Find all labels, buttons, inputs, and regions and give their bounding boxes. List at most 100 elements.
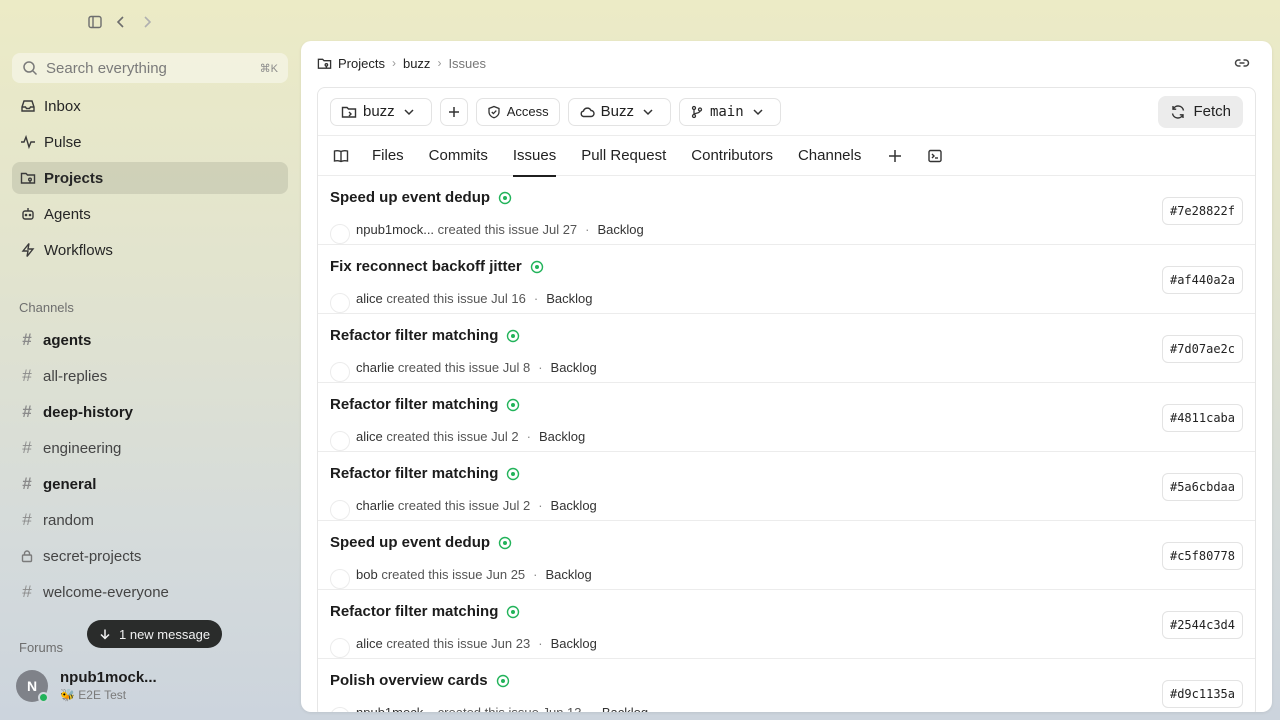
- channel-item[interactable]: # deep-history: [12, 396, 288, 428]
- issue-author: alice: [356, 290, 383, 306]
- issue-action: created this issue: [397, 359, 500, 375]
- add-tab-plus-icon[interactable]: [886, 136, 904, 176]
- tab-contributors[interactable]: Contributors: [691, 136, 773, 176]
- issue-meta: alice created this issue Jul 16 · Backlog: [330, 283, 592, 313]
- issue-author: npub1mock...: [356, 221, 435, 237]
- search-input[interactable]: Search everything ⌘K: [12, 53, 288, 83]
- shield-icon: [487, 105, 507, 119]
- channel-item[interactable]: # all-replies: [12, 360, 288, 392]
- channel-name: deep-history: [43, 403, 134, 421]
- tab-channels[interactable]: Channels: [798, 136, 861, 176]
- breadcrumb-project[interactable]: buzz: [403, 56, 430, 71]
- author-avatar: [330, 638, 350, 658]
- issue-date: Jun 23: [491, 635, 531, 651]
- nav-item-label: Projects: [44, 169, 104, 187]
- nav-item-agents[interactable]: Agents: [12, 198, 288, 230]
- channel-item[interactable]: # welcome-everyone: [12, 576, 288, 608]
- issue-id-badge[interactable]: #d9c1135a: [1161, 680, 1243, 708]
- avatar-initial: N: [26, 677, 38, 694]
- issue-meta: charlie created this issue Jul 8 · Backlog: [330, 352, 597, 382]
- dot-separator: ·: [585, 221, 590, 237]
- repo-panel: buzz Access Buzz main Fetch Files Commit…: [317, 87, 1256, 712]
- breadcrumb-current: Issues: [448, 55, 487, 71]
- issue-title[interactable]: Refactor filter matching: [330, 603, 498, 620]
- tab-commits[interactable]: Commits: [429, 136, 488, 176]
- issue-row[interactable]: Speed up event dedup npub1mock... created…: [318, 176, 1255, 245]
- nav-item-pulse[interactable]: Pulse: [12, 126, 288, 158]
- issue-meta: alice created this issue Jul 2 · Backlog: [330, 421, 585, 451]
- author-avatar: [330, 431, 350, 451]
- issue-row[interactable]: Refactor filter matching charlie created …: [318, 452, 1255, 521]
- copy-link-icon[interactable]: [1234, 55, 1250, 71]
- issue-row[interactable]: Speed up event dedup bob created this iss…: [318, 521, 1255, 590]
- channel-item[interactable]: # random: [12, 504, 288, 536]
- issue-title-wrap: Refactor filter matching: [330, 396, 520, 413]
- issue-id-badge[interactable]: #c5f80778: [1161, 542, 1243, 570]
- add-button[interactable]: [439, 97, 468, 126]
- nav-item-workflows[interactable]: Workflows: [12, 234, 288, 266]
- issue-id-badge[interactable]: #2544c3d4: [1161, 611, 1243, 639]
- remote-selector[interactable]: Buzz: [567, 97, 671, 126]
- hash-icon: #: [22, 510, 32, 529]
- issue-title-wrap: Speed up event dedup: [330, 534, 512, 551]
- hash-icon: #: [22, 474, 32, 493]
- issue-title-wrap: Refactor filter matching: [330, 465, 520, 482]
- forward-arrow-icon[interactable]: [138, 13, 156, 31]
- fetch-button[interactable]: Fetch: [1158, 95, 1243, 128]
- issue-status: Backlog: [550, 497, 597, 513]
- issue-title[interactable]: Polish overview cards: [330, 672, 488, 689]
- avatar: N: [16, 669, 49, 703]
- issue-row[interactable]: Polish overview cards npub1mock... create…: [318, 659, 1255, 712]
- nav-item-label: Inbox: [44, 97, 81, 115]
- channel-item[interactable]: secret-projects: [12, 540, 288, 572]
- issue-id-badge[interactable]: #4811caba: [1161, 404, 1243, 432]
- projects-icon: [317, 56, 338, 71]
- back-arrow-icon[interactable]: [112, 13, 130, 31]
- terminal-icon[interactable]: [926, 136, 944, 176]
- nav-item-inbox[interactable]: Inbox: [12, 90, 288, 122]
- issue-title[interactable]: Speed up event dedup: [330, 189, 490, 206]
- git-branch-icon: [690, 105, 710, 119]
- branch-name: main: [709, 103, 744, 120]
- new-message-toast[interactable]: 1 new message: [87, 620, 223, 648]
- channel-item[interactable]: # general: [12, 468, 288, 500]
- search-placeholder: Search everything: [46, 59, 167, 77]
- branch-selector[interactable]: main: [678, 97, 781, 126]
- issue-id-badge[interactable]: #7e28822f: [1161, 197, 1243, 225]
- search-icon: [22, 60, 46, 76]
- issue-id-badge[interactable]: #5a6cbdaa: [1161, 473, 1243, 501]
- issue-title[interactable]: Fix reconnect backoff jitter: [330, 258, 522, 275]
- channel-item[interactable]: # agents: [12, 324, 288, 356]
- issue-status: Backlog: [546, 290, 593, 306]
- nav-item-projects[interactable]: Projects: [12, 162, 288, 194]
- issue-row[interactable]: Refactor filter matching charlie created …: [318, 314, 1255, 383]
- tab-files[interactable]: Files: [372, 136, 404, 176]
- tab-issues[interactable]: Issues: [512, 136, 557, 177]
- issue-title[interactable]: Speed up event dedup: [330, 534, 490, 551]
- hash-icon: #: [22, 366, 32, 385]
- sidebar-toggle-icon[interactable]: [86, 13, 104, 31]
- repo-selector[interactable]: buzz: [330, 97, 432, 126]
- access-button[interactable]: Access: [475, 97, 560, 126]
- issue-title-wrap: Polish overview cards: [330, 672, 510, 689]
- hash-icon: #: [22, 402, 32, 421]
- tab-pull-request[interactable]: Pull Request: [581, 136, 666, 176]
- issue-row[interactable]: Refactor filter matching alice created th…: [318, 590, 1255, 659]
- issue-row[interactable]: Refactor filter matching alice created th…: [318, 383, 1255, 452]
- issue-title[interactable]: Refactor filter matching: [330, 465, 498, 482]
- channel-name: agents: [43, 331, 92, 349]
- issue-id-badge[interactable]: #af440a2a: [1161, 266, 1243, 294]
- issue-author: charlie: [356, 359, 395, 375]
- breadcrumb-projects[interactable]: Projects: [338, 56, 385, 71]
- issue-row[interactable]: Fix reconnect backoff jitter alice create…: [318, 245, 1255, 314]
- channel-item[interactable]: # engineering: [12, 432, 288, 464]
- issue-title[interactable]: Refactor filter matching: [330, 396, 498, 413]
- issue-title[interactable]: Refactor filter matching: [330, 327, 498, 344]
- issue-status: Backlog: [597, 221, 644, 237]
- issue-meta: npub1mock... created this issue Jul 27 · B…: [330, 214, 644, 244]
- hash-icon: #: [22, 330, 32, 349]
- book-icon[interactable]: [332, 136, 350, 176]
- user-profile[interactable]: N npub1mock... 🐝 E2E Test: [16, 669, 157, 703]
- issue-id-badge[interactable]: #7d07ae2c: [1161, 335, 1243, 363]
- author-avatar: [330, 362, 350, 382]
